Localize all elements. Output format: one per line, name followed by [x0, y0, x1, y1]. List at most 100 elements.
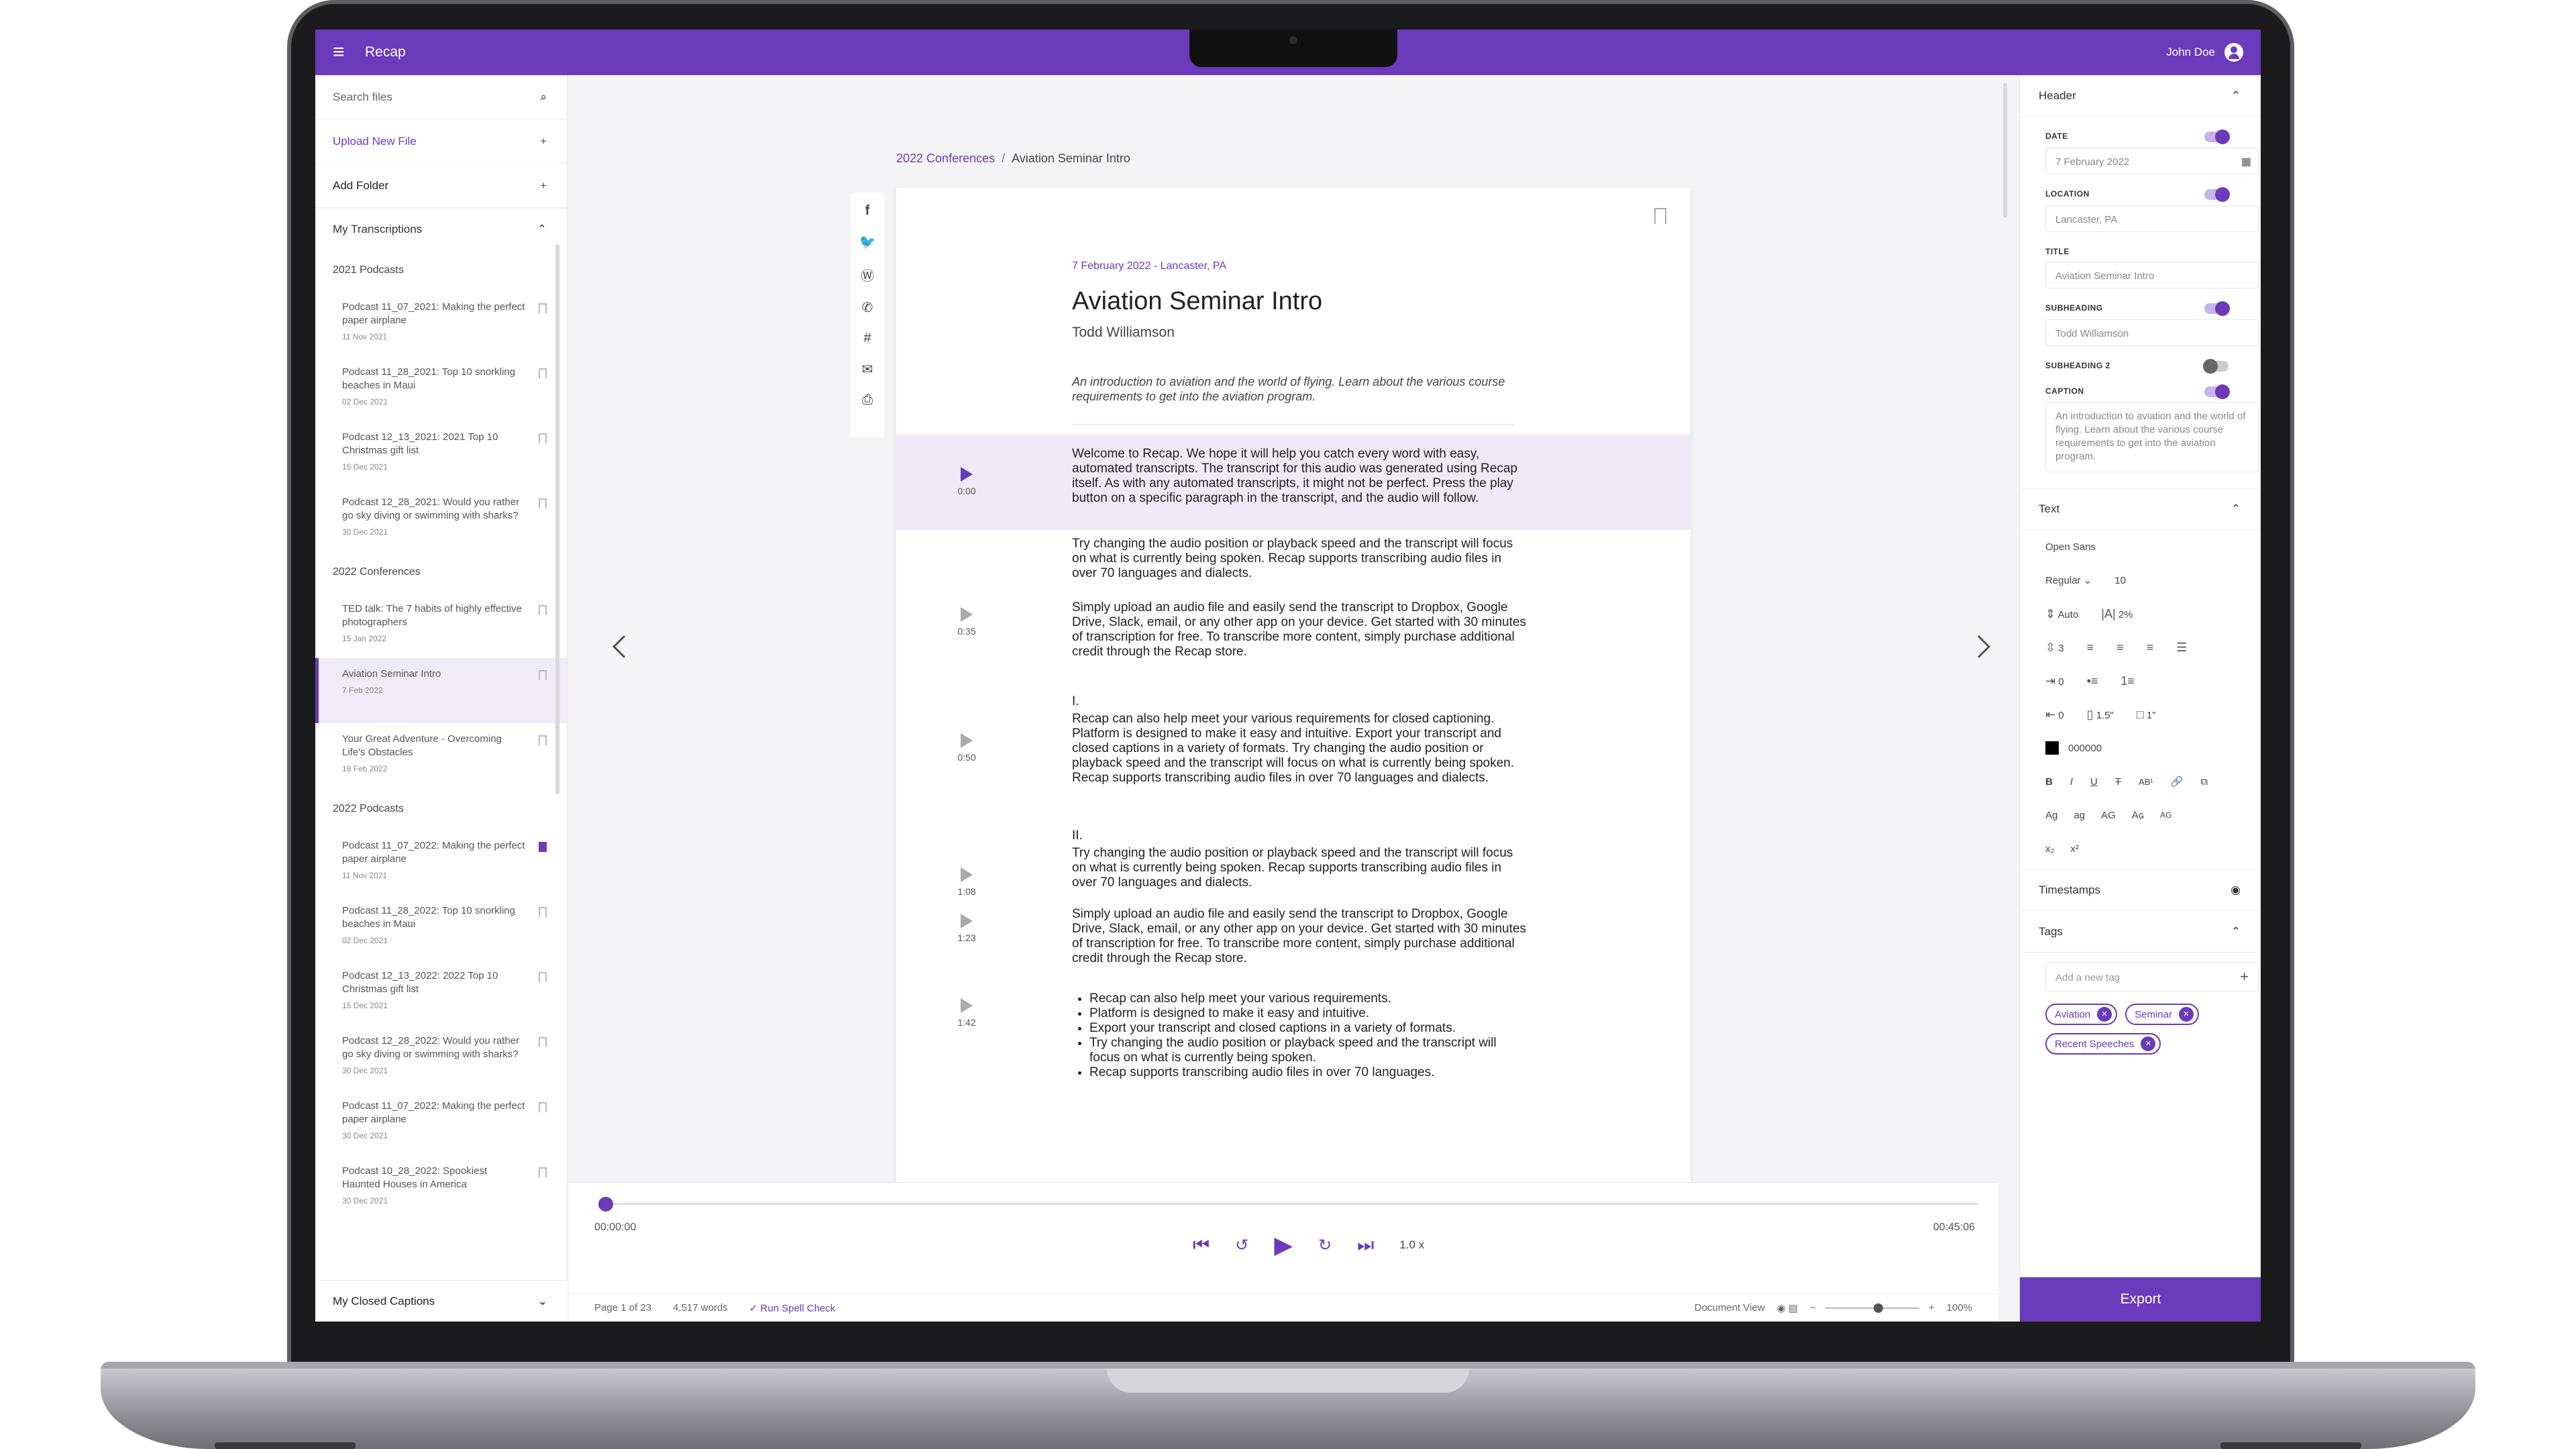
- font-family-row[interactable]: Open Sans: [2045, 530, 2261, 564]
- my-transcriptions-header[interactable]: My Transcriptions ⌃: [315, 208, 567, 250]
- italic-icon[interactable]: I: [2070, 776, 2073, 788]
- bookmark-icon[interactable]: [539, 670, 547, 680]
- align-right-icon[interactable]: ≡: [2147, 641, 2154, 655]
- whatsapp-icon[interactable]: ✆: [862, 299, 873, 316]
- playback-speed[interactable]: 1.0 x: [1399, 1238, 1424, 1252]
- location-toggle[interactable]: [2204, 187, 2230, 202]
- subheading2-toggle[interactable]: [2203, 359, 2229, 374]
- group-heading[interactable]: 2022 Conferences: [315, 551, 567, 593]
- case-small-caps-icon[interactable]: AG: [2160, 810, 2171, 820]
- menu-icon[interactable]: ≡: [333, 41, 360, 64]
- file-list-item[interactable]: Podcast 12_28_2022: Would you rather go …: [315, 1025, 567, 1090]
- paragraph-play-button[interactable]: 0:50: [955, 733, 978, 763]
- caption-field[interactable]: An introduction to aviation and the worl…: [2045, 402, 2259, 472]
- file-list-item[interactable]: Podcast 11_07_2021: Making the perfect p…: [315, 291, 567, 356]
- line-height-field[interactable]: ⇕ Auto: [2045, 607, 2078, 621]
- chevron-up-icon[interactable]: ⌃: [2231, 89, 2241, 103]
- file-list-item[interactable]: Aviation Seminar Intro 7 Feb 2022: [315, 658, 567, 723]
- title-field[interactable]: Aviation Seminar Intro: [2045, 262, 2259, 288]
- paragraph-play-button[interactable]: 1:08: [955, 867, 978, 897]
- file-list-item[interactable]: TED talk: The 7 habits of highly effecti…: [315, 593, 567, 658]
- skip-back-icon[interactable]: ⏮: [1193, 1234, 1210, 1256]
- superscript-icon[interactable]: x²: [2070, 843, 2079, 855]
- subheading-field[interactable]: Todd Williamson: [2045, 319, 2259, 346]
- bookmark-icon[interactable]: [539, 368, 547, 378]
- file-list-item[interactable]: Podcast 11_07_2022: Making the perfect p…: [315, 1090, 567, 1155]
- play-icon[interactable]: [961, 998, 973, 1013]
- bookmark-icon[interactable]: [539, 972, 547, 982]
- timestamps-section[interactable]: Timestamps ◉: [2020, 869, 2261, 911]
- tags-section[interactable]: Tags ⌃: [2020, 911, 2261, 953]
- chevron-down-icon[interactable]: ⌄: [538, 1295, 547, 1308]
- underline-icon[interactable]: U: [2090, 776, 2098, 788]
- file-list-item[interactable]: Podcast 12_13_2021: 2021 Top 10 Christma…: [315, 421, 567, 486]
- chevron-up-icon[interactable]: ⌃: [2231, 925, 2241, 938]
- file-list-item[interactable]: Podcast 11_28_2021: Top 10 snorkling bea…: [315, 356, 567, 421]
- zoom-slider[interactable]: [1825, 1303, 1919, 1313]
- font-weight-select[interactable]: Regular ⌄: [2045, 574, 2092, 586]
- bookmark-icon[interactable]: [539, 735, 547, 745]
- rewind-icon[interactable]: ↺: [1235, 1236, 1248, 1255]
- play-icon[interactable]: ▶: [1274, 1231, 1293, 1259]
- play-icon[interactable]: [961, 867, 973, 882]
- font-family[interactable]: Open Sans: [2045, 541, 2096, 553]
- facebook-icon[interactable]: f: [865, 203, 870, 219]
- date-field[interactable]: 7 February 2022 ▦: [2045, 148, 2259, 174]
- paragraph-play-button[interactable]: 0:35: [955, 607, 978, 637]
- text-section[interactable]: Text ⌃: [2020, 488, 2261, 530]
- remove-tag-icon[interactable]: ×: [2097, 1007, 2112, 1022]
- paragraph-text-block[interactable]: Try changing the audio position or playb…: [1072, 537, 1528, 581]
- slack-icon[interactable]: #: [863, 331, 871, 346]
- color-row[interactable]: 000000: [2045, 731, 2261, 765]
- paragraph-play-button[interactable]: 1:23: [955, 914, 978, 943]
- play-icon[interactable]: [961, 607, 973, 622]
- outdent-field[interactable]: ⇤ 0: [2045, 708, 2064, 722]
- wordpress-icon[interactable]: Ⓦ: [861, 265, 874, 284]
- file-list-item[interactable]: Podcast 12_28_2021: Would you rather go …: [315, 486, 567, 551]
- color-value[interactable]: 000000: [2068, 743, 2102, 754]
- header-section[interactable]: Header ⌃: [2020, 75, 2261, 117]
- export-button[interactable]: Export: [2020, 1277, 2261, 1322]
- file-list-item[interactable]: Your Great Adventure - Overcoming Life's…: [315, 723, 567, 788]
- file-list-item[interactable]: Podcast 11_28_2022: Top 10 snorkling bea…: [315, 895, 567, 960]
- case-sentence-icon[interactable]: Ag: [2045, 810, 2057, 821]
- bookmark-icon[interactable]: [539, 498, 547, 508]
- tag-chip[interactable]: Recent Speeches ×: [2045, 1033, 2161, 1055]
- twitter-icon[interactable]: 🐦: [859, 233, 876, 250]
- group-heading[interactable]: 2022 Podcasts: [315, 788, 567, 830]
- play-icon[interactable]: [961, 733, 973, 748]
- bullet-list-icon[interactable]: •≡: [2087, 674, 2098, 688]
- next-page-icon[interactable]: [1968, 635, 1990, 658]
- strikethrough-icon[interactable]: T: [2115, 776, 2121, 788]
- bookmark-icon[interactable]: [539, 433, 547, 443]
- play-icon[interactable]: [961, 914, 973, 928]
- group-heading[interactable]: 2021 Podcasts: [315, 250, 567, 291]
- play-icon[interactable]: [961, 467, 973, 482]
- zoom-out-icon[interactable]: −: [1810, 1302, 1816, 1313]
- bold-icon[interactable]: B: [2045, 776, 2053, 788]
- bookmark-icon[interactable]: [539, 1037, 547, 1047]
- translate-icon[interactable]: ⧉: [2200, 776, 2208, 788]
- add-folder-button[interactable]: Add Folder +: [315, 164, 567, 208]
- zoom-in-icon[interactable]: +: [1929, 1302, 1935, 1313]
- paragraph-play-button[interactable]: 1:42: [955, 998, 978, 1028]
- upload-new-file-button[interactable]: Upload New File +: [315, 119, 567, 164]
- margin-b-field[interactable]: □ 1": [2137, 708, 2156, 722]
- paragraph-text-block[interactable]: Simply upload an audio file and easily s…: [1072, 600, 1528, 659]
- add-tag-icon[interactable]: +: [2240, 968, 2249, 985]
- email-icon[interactable]: ✉: [862, 361, 873, 378]
- chevron-up-icon[interactable]: ⌃: [2231, 502, 2241, 516]
- skip-forward-icon[interactable]: ⏭: [1357, 1234, 1374, 1256]
- spell-check-button[interactable]: ✓ Run Spell Check: [749, 1302, 835, 1314]
- caption-toggle[interactable]: [2204, 384, 2230, 399]
- letter-spacing-field[interactable]: |A| 2%: [2101, 607, 2133, 621]
- print-icon[interactable]: ⎙: [862, 392, 873, 408]
- paragraph-text-block[interactable]: I. Recap can also help meet your various …: [1072, 694, 1528, 786]
- search-icon[interactable]: ⌕: [540, 91, 547, 104]
- forward-icon[interactable]: ↻: [1318, 1236, 1332, 1255]
- calendar-icon[interactable]: ▦: [2241, 155, 2251, 168]
- file-list-item[interactable]: Podcast 10_28_2022: Spookiest Haunted Ho…: [315, 1155, 567, 1220]
- file-list-item[interactable]: Podcast 12_13_2022: 2022 Top 10 Christma…: [315, 960, 567, 1025]
- bookmark-icon[interactable]: [539, 605, 547, 615]
- main-scrollbar[interactable]: [2003, 83, 2007, 217]
